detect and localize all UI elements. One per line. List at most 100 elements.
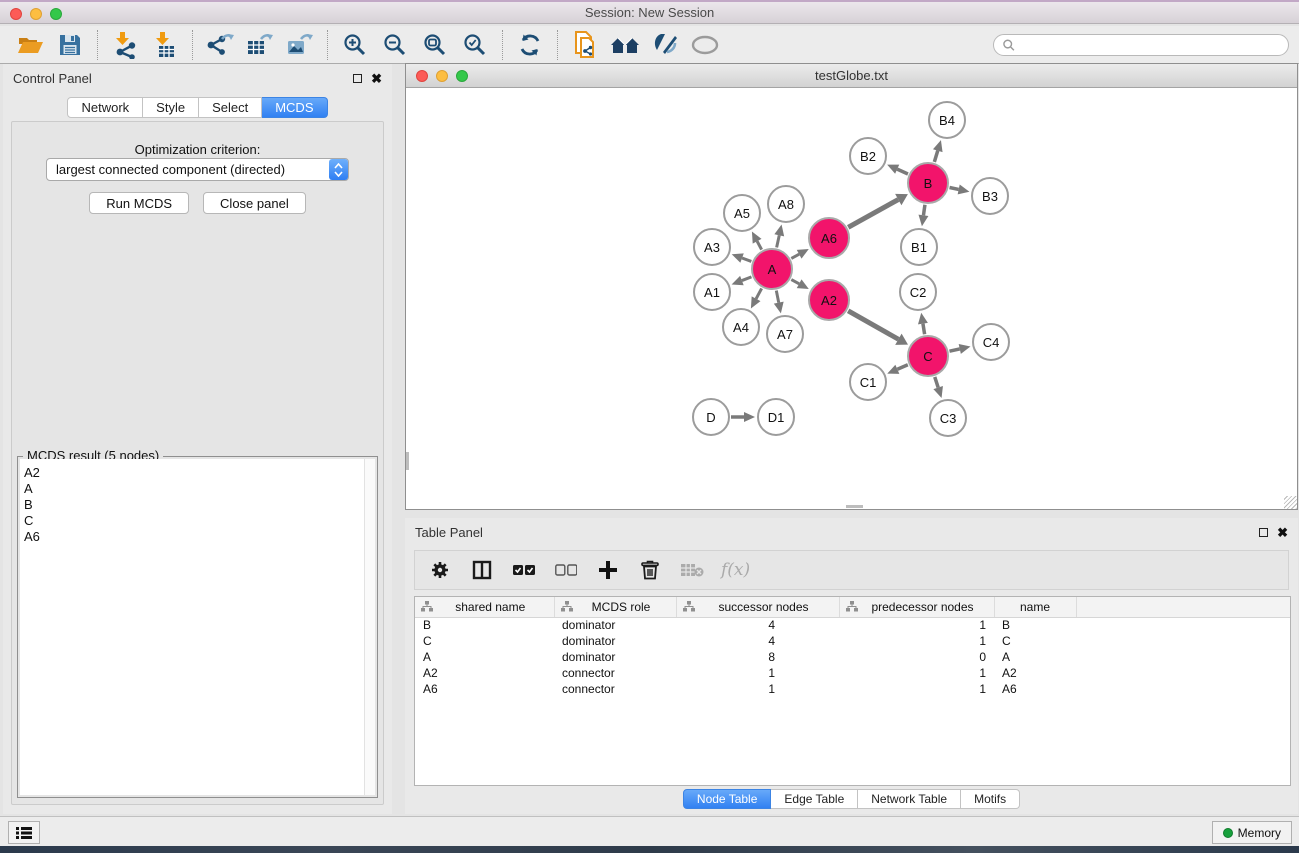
delete-column-icon[interactable] (637, 556, 663, 584)
table-row[interactable]: Adominator80A (415, 649, 1290, 665)
optimization-criterion-select[interactable]: largest connected component (directed) (46, 158, 349, 181)
open-session-icon[interactable] (10, 29, 50, 61)
table-row[interactable]: A2connector11A2 (415, 665, 1290, 681)
graph-node-C1[interactable]: C1 (849, 363, 887, 401)
float-table-panel-icon[interactable] (1259, 528, 1268, 537)
graph-node-A8[interactable]: A8 (767, 185, 805, 223)
graph-node-B1[interactable]: B1 (900, 228, 938, 266)
task-history-button[interactable] (8, 821, 40, 844)
tab-motifs[interactable]: Motifs (961, 789, 1020, 809)
close-window-button[interactable] (10, 8, 22, 20)
network-window-titlebar[interactable]: testGlobe.txt (406, 64, 1297, 88)
select-all-icon[interactable] (511, 556, 537, 584)
graph-node-B4[interactable]: B4 (928, 101, 966, 139)
graph-edge[interactable] (897, 365, 907, 370)
float-panel-icon[interactable] (353, 74, 362, 83)
graph-edge[interactable] (897, 169, 908, 174)
table-header-row[interactable]: shared nameMCDS rolesuccessor nodesprede… (415, 597, 1290, 617)
horizontal-scroll-thumb[interactable] (846, 505, 863, 508)
node-table[interactable]: shared nameMCDS rolesuccessor nodesprede… (414, 596, 1291, 786)
function-builder-icon[interactable]: f(x) (721, 560, 750, 580)
graph-node-D1[interactable]: D1 (757, 398, 795, 436)
graph-edge[interactable] (791, 254, 799, 258)
deselect-all-icon[interactable] (553, 556, 579, 584)
export-image-icon[interactable] (280, 29, 320, 61)
graph-node-B2[interactable]: B2 (849, 137, 887, 175)
eye-icon[interactable] (685, 29, 725, 61)
tab-select[interactable]: Select (199, 97, 262, 118)
column-header[interactable]: shared name (415, 597, 554, 617)
window-controls[interactable] (10, 8, 62, 20)
network-minimize-button[interactable] (436, 70, 448, 82)
search-field[interactable] (993, 34, 1289, 56)
zoom-window-button[interactable] (50, 8, 62, 20)
graph-edge[interactable] (950, 188, 959, 190)
zoom-in-icon[interactable] (335, 29, 375, 61)
graph-node-D[interactable]: D (692, 398, 730, 436)
add-column-icon[interactable] (595, 556, 621, 584)
vertical-scroll-thumb[interactable] (406, 452, 409, 470)
import-table-icon[interactable] (145, 29, 185, 61)
graph-edge[interactable] (848, 311, 898, 339)
zoom-fit-icon[interactable] (415, 29, 455, 61)
settings-gear-icon[interactable] (427, 556, 453, 584)
network-close-button[interactable] (416, 70, 428, 82)
graph-node-C3[interactable]: C3 (929, 399, 967, 437)
result-item[interactable]: A6 (24, 529, 360, 545)
memory-button[interactable]: Memory (1212, 821, 1292, 844)
tab-network[interactable]: Network (67, 97, 143, 118)
export-network-icon[interactable] (200, 29, 240, 61)
zoom-out-icon[interactable] (375, 29, 415, 61)
graph-node-C4[interactable]: C4 (972, 323, 1010, 361)
graph-node-A2[interactable]: A2 (808, 279, 850, 321)
graph-node-A3[interactable]: A3 (693, 228, 731, 266)
save-session-icon[interactable] (50, 29, 90, 61)
apply-preferred-layout-icon[interactable] (510, 29, 550, 61)
tab-edge-table[interactable]: Edge Table (771, 789, 858, 809)
import-network-icon[interactable] (105, 29, 145, 61)
graph-edge[interactable] (757, 241, 762, 249)
graph-node-C2[interactable]: C2 (899, 273, 937, 311)
graph-edge[interactable] (949, 349, 959, 351)
graph-edge[interactable] (923, 324, 925, 335)
close-table-panel-icon[interactable]: ✖ (1277, 528, 1288, 537)
result-item[interactable]: C (24, 513, 360, 529)
graph-node-B[interactable]: B (907, 162, 949, 204)
search-input[interactable] (1015, 38, 1280, 52)
graph-edge[interactable] (777, 235, 780, 247)
column-header[interactable]: name (994, 597, 1076, 617)
graph-edge[interactable] (756, 288, 762, 298)
graph-edge[interactable] (934, 151, 937, 162)
graph-node-A1[interactable]: A1 (693, 273, 731, 311)
result-item[interactable]: B (24, 497, 360, 513)
result-item[interactable]: A2 (24, 465, 360, 481)
delete-table-icon[interactable] (679, 556, 705, 584)
graph-edge[interactable] (923, 205, 924, 216)
table-row[interactable]: Cdominator41C (415, 633, 1290, 649)
tab-network-table[interactable]: Network Table (858, 789, 961, 809)
new-network-from-selection-icon[interactable] (565, 29, 605, 61)
result-scrollbar[interactable] (364, 459, 375, 795)
result-item[interactable]: A (24, 481, 360, 497)
export-table-icon[interactable] (240, 29, 280, 61)
graph-edge[interactable] (742, 258, 751, 261)
columns-icon[interactable] (469, 556, 495, 584)
graphics-details-icon[interactable] (645, 29, 685, 61)
graph-node-C[interactable]: C (907, 335, 949, 377)
close-panel-button[interactable]: Close panel (203, 192, 306, 214)
graph-node-A6[interactable]: A6 (808, 217, 850, 259)
close-panel-icon[interactable]: ✖ (371, 74, 382, 83)
graph-node-A[interactable]: A (751, 248, 793, 290)
graph-edge[interactable] (776, 291, 778, 303)
column-header[interactable]: MCDS role (554, 597, 676, 617)
graph-edge[interactable] (791, 280, 799, 284)
graph-node-A5[interactable]: A5 (723, 194, 761, 232)
graph-edge[interactable] (935, 377, 938, 388)
mcds-result-list[interactable]: A2ABCA6 (20, 459, 364, 795)
graph-node-A4[interactable]: A4 (722, 308, 760, 346)
zoom-selected-icon[interactable] (455, 29, 495, 61)
graph-edge[interactable] (742, 277, 752, 281)
table-row[interactable]: Bdominator41B (415, 617, 1290, 633)
table-row[interactable]: A6connector11A6 (415, 681, 1290, 697)
column-header[interactable]: predecessor nodes (839, 597, 994, 617)
